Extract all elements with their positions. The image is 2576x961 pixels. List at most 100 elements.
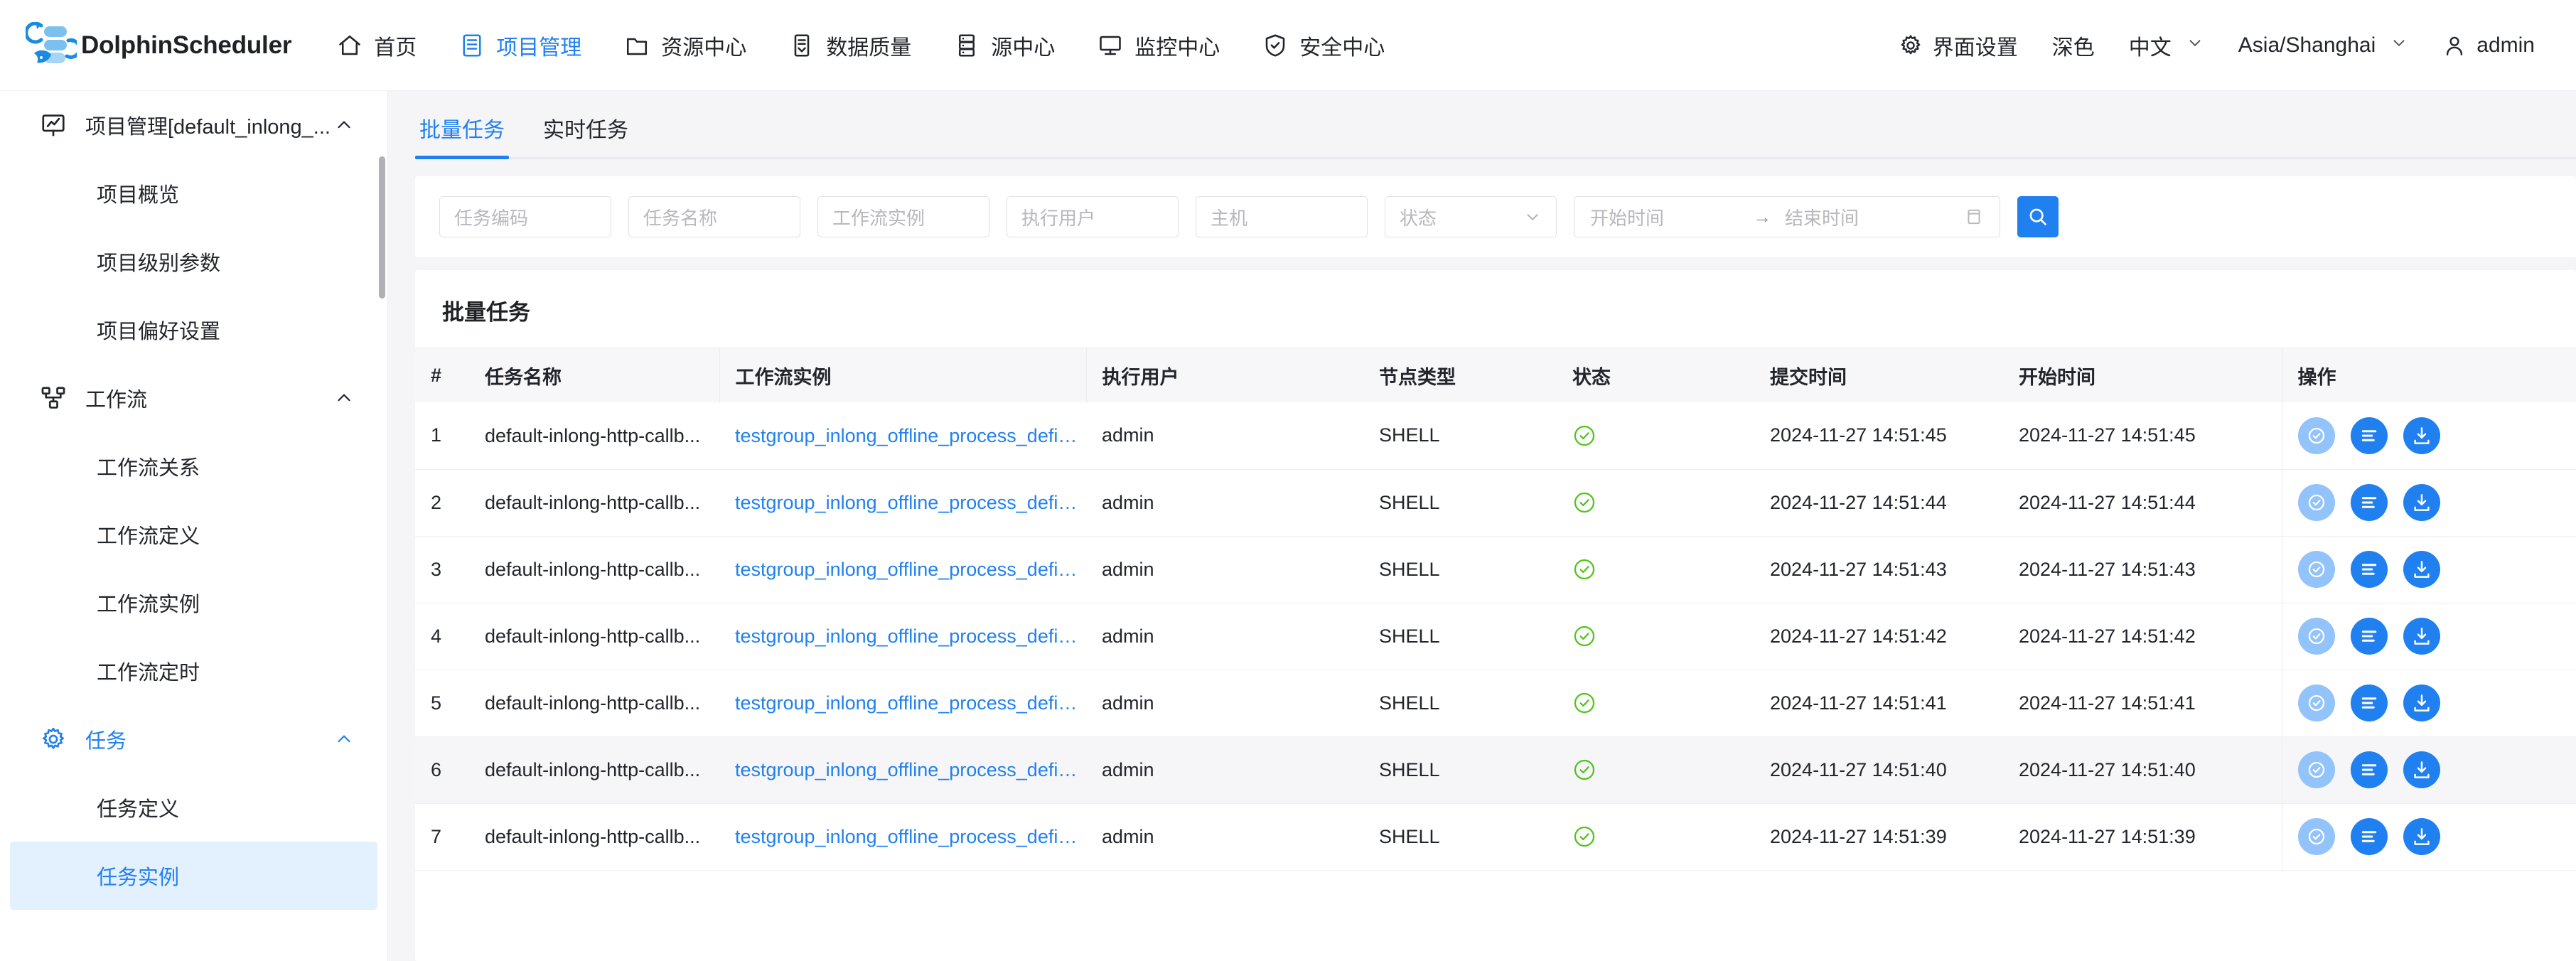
log-button[interactable]: [2351, 818, 2388, 855]
cell-workflow-instance[interactable]: testgroup_inlong_offline_process_definit…: [719, 402, 1086, 469]
cell-operations: [2282, 670, 2576, 736]
rerun-button[interactable]: [2298, 618, 2335, 655]
table-row[interactable]: 6default-inlong-http-callb...testgroup_i…: [415, 736, 2576, 803]
nav-item-datasource-label: 源中心: [991, 30, 1055, 61]
sidebar-group-project[interactable]: 项目管理[default_inlong_...: [0, 91, 387, 159]
rerun-button[interactable]: [2298, 818, 2335, 855]
cell-index: 4: [415, 603, 469, 670]
nav-item-data-quality[interactable]: 数据质量: [768, 0, 933, 91]
sidebar-item-workflow-definition[interactable]: 工作流定义: [10, 500, 377, 569]
download-log-button[interactable]: [2403, 551, 2440, 588]
sidebar-item-project-parameters[interactable]: 项目级别参数: [10, 227, 377, 296]
workflow-instance-link[interactable]: testgroup_inlong_offline_process_definit…: [735, 492, 1086, 514]
cell-start-time: 2024-11-27 14:51:42: [2003, 603, 2282, 670]
table-row[interactable]: 4default-inlong-http-callb...testgroup_i…: [415, 603, 2576, 670]
log-button[interactable]: [2351, 751, 2388, 788]
log-button[interactable]: [2351, 618, 2388, 655]
nav-item-home[interactable]: 首页: [316, 0, 438, 91]
dolphinscheduler-logo-icon: [26, 22, 77, 69]
workflow-instance-link[interactable]: testgroup_inlong_offline_process_definit…: [735, 826, 1086, 848]
chevron-down-icon: [2186, 33, 2204, 57]
cell-workflow-instance[interactable]: testgroup_inlong_offline_process_definit…: [719, 536, 1086, 603]
cell-task-name: default-inlong-http-callb...: [469, 803, 719, 870]
nav-item-security[interactable]: 安全中心: [1241, 0, 1406, 91]
cell-workflow-instance[interactable]: testgroup_inlong_offline_process_definit…: [719, 603, 1086, 670]
main-content: 批量任务 实时任务 任务编码 任务名称 工作流实例 执行用户: [388, 91, 2576, 961]
sidebar-scrollbar[interactable]: [377, 91, 387, 961]
download-log-button[interactable]: [2403, 684, 2440, 721]
user-menu[interactable]: admin: [2425, 33, 2552, 58]
cell-workflow-instance[interactable]: testgroup_inlong_offline_process_definit…: [719, 469, 1086, 536]
sidebar-scrollbar-thumb[interactable]: [379, 156, 385, 299]
cell-operations: [2282, 469, 2576, 536]
download-log-button[interactable]: [2403, 818, 2440, 855]
sidebar-item-workflow-relation[interactable]: 工作流关系: [10, 432, 377, 500]
cell-node-type: SHELL: [1363, 402, 1557, 469]
workflow-instance-link[interactable]: testgroup_inlong_offline_process_definit…: [735, 759, 1086, 781]
nav-item-security-label: 安全中心: [1299, 30, 1385, 61]
rerun-button[interactable]: [2298, 684, 2335, 721]
sidebar-item-workflow-timing[interactable]: 工作流定时: [10, 637, 377, 705]
log-button[interactable]: [2351, 684, 2388, 721]
sidebar-item-project-preferences[interactable]: 项目偏好设置: [10, 296, 377, 364]
cell-workflow-instance[interactable]: testgroup_inlong_offline_process_definit…: [719, 736, 1086, 803]
table-row[interactable]: 1default-inlong-http-callb...testgroup_i…: [415, 402, 2576, 469]
workflow-instance-link[interactable]: testgroup_inlong_offline_process_definit…: [735, 559, 1086, 581]
sidebar-item-task-definition[interactable]: 任务定义: [10, 773, 377, 842]
end-time-placeholder: 结束时间: [1785, 204, 1934, 230]
table-row[interactable]: 3default-inlong-http-callb...testgroup_i…: [415, 536, 2576, 603]
brand[interactable]: DolphinScheduler: [26, 22, 291, 69]
brand-name: DolphinScheduler: [81, 31, 291, 60]
language-selector[interactable]: 中文: [2112, 30, 2221, 61]
rerun-button[interactable]: [2298, 551, 2335, 588]
ui-settings-button[interactable]: 界面设置: [1882, 30, 2035, 61]
sidebar-item-workflow-instance[interactable]: 工作流实例: [10, 569, 377, 637]
sidebar-item-task-instance[interactable]: 任务实例: [10, 842, 377, 910]
sidebar-group-workflow[interactable]: 工作流: [0, 364, 387, 432]
table-row[interactable]: 7default-inlong-http-callb...testgroup_i…: [415, 803, 2576, 870]
search-button[interactable]: [2017, 196, 2059, 237]
sidebar-item-project-overview[interactable]: 项目概览: [10, 159, 377, 227]
download-log-button[interactable]: [2403, 751, 2440, 788]
rerun-button[interactable]: [2298, 484, 2335, 521]
sidebar-item-label: 任务实例: [97, 861, 179, 891]
nav-item-monitor[interactable]: 监控中心: [1076, 0, 1241, 91]
download-log-button[interactable]: [2403, 618, 2440, 655]
cell-workflow-instance[interactable]: testgroup_inlong_offline_process_definit…: [719, 803, 1086, 870]
log-button[interactable]: [2351, 417, 2388, 454]
nav-item-datasource[interactable]: 源中心: [933, 0, 1076, 91]
rerun-button[interactable]: [2298, 751, 2335, 788]
log-button[interactable]: [2351, 551, 2388, 588]
cell-workflow-instance[interactable]: testgroup_inlong_offline_process_definit…: [719, 670, 1086, 736]
download-log-button[interactable]: [2403, 417, 2440, 454]
workflow-instance-link[interactable]: testgroup_inlong_offline_process_definit…: [735, 626, 1086, 648]
nav-item-resource[interactable]: 资源中心: [603, 0, 768, 91]
project-icon: [459, 33, 485, 58]
sidebar-group-task[interactable]: 任务: [0, 705, 387, 773]
cell-state: [1557, 536, 1754, 603]
theme-toggle[interactable]: 深色: [2035, 30, 2112, 61]
cell-start-time: 2024-11-27 14:51:45: [2003, 402, 2282, 469]
table-row[interactable]: 5default-inlong-http-callb...testgroup_i…: [415, 670, 2576, 736]
tab-realtime-task[interactable]: 实时任务: [539, 112, 633, 159]
rerun-button[interactable]: [2298, 417, 2335, 454]
log-button[interactable]: [2351, 484, 2388, 521]
status-success-icon: [1572, 825, 1596, 849]
task-name-placeholder: 任务名称: [643, 204, 717, 230]
sidebar-item-label: 项目级别参数: [97, 247, 220, 277]
download-log-button[interactable]: [2403, 484, 2440, 521]
exec-user-input[interactable]: 执行用户: [1007, 196, 1179, 237]
nav-item-project[interactable]: 项目管理: [438, 0, 603, 91]
task-name-input[interactable]: 任务名称: [628, 196, 800, 237]
task-code-input[interactable]: 任务编码: [439, 196, 611, 237]
table-row[interactable]: 2default-inlong-http-callb...testgroup_i…: [415, 469, 2576, 536]
state-select[interactable]: 状态: [1385, 196, 1557, 237]
tab-batch-task[interactable]: 批量任务: [415, 112, 509, 159]
workflow-instance-link[interactable]: testgroup_inlong_offline_process_definit…: [735, 425, 1086, 447]
timezone-selector[interactable]: Asia/Shanghai: [2221, 33, 2425, 58]
host-input[interactable]: 主机: [1196, 196, 1368, 237]
quality-icon: [789, 33, 815, 58]
workflow-instance-input[interactable]: 工作流实例: [817, 196, 989, 237]
date-range-picker[interactable]: 开始时间 → 结束时间: [1574, 196, 2000, 237]
workflow-instance-link[interactable]: testgroup_inlong_offline_process_definit…: [735, 692, 1086, 714]
